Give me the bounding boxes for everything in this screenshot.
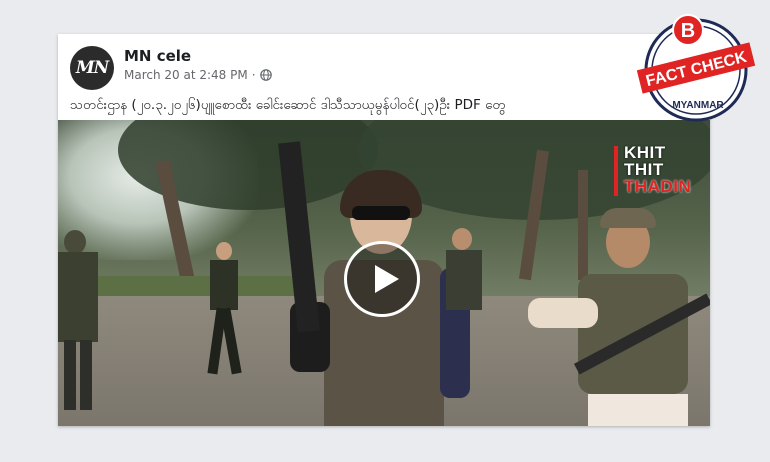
globe-icon[interactable] (259, 69, 272, 81)
fact-check-badge: B FACT CHECK MYANMAR (636, 14, 756, 122)
khit-thit-thadin-watermark: KHIT THIT THADIN (614, 142, 696, 200)
author-avatar[interactable]: MN (70, 46, 114, 90)
author-name[interactable]: MN cele (124, 47, 191, 65)
badge-country: MYANMAR (672, 100, 724, 111)
post-timestamp[interactable]: March 20 at 2:48 PM (124, 68, 248, 82)
person-background (440, 228, 490, 348)
meta-separator: · (251, 68, 256, 82)
badge-letter: B (681, 20, 695, 42)
post-meta: March 20 at 2:48 PM · (124, 68, 272, 82)
person-left (58, 230, 108, 420)
play-button[interactable] (344, 241, 420, 317)
watermark-line1: KHIT (624, 143, 666, 162)
person-walking (206, 242, 246, 382)
watermark-line2: THIT (624, 160, 664, 179)
post-text: သတင်းဌာန (၂၀.၃.၂၀၂၆)ပျူစောထီး ခေါင်းဆောင… (70, 97, 506, 113)
avatar-logo-text: MN (75, 58, 109, 78)
person-right (528, 208, 710, 426)
watermark-bar (614, 146, 618, 196)
video-player[interactable]: KHIT THIT THADIN (58, 120, 710, 426)
watermark-line3: THADIN (624, 177, 692, 196)
facebook-post-card: MN MN cele March 20 at 2:48 PM · သတင်းဌာ… (58, 34, 710, 426)
